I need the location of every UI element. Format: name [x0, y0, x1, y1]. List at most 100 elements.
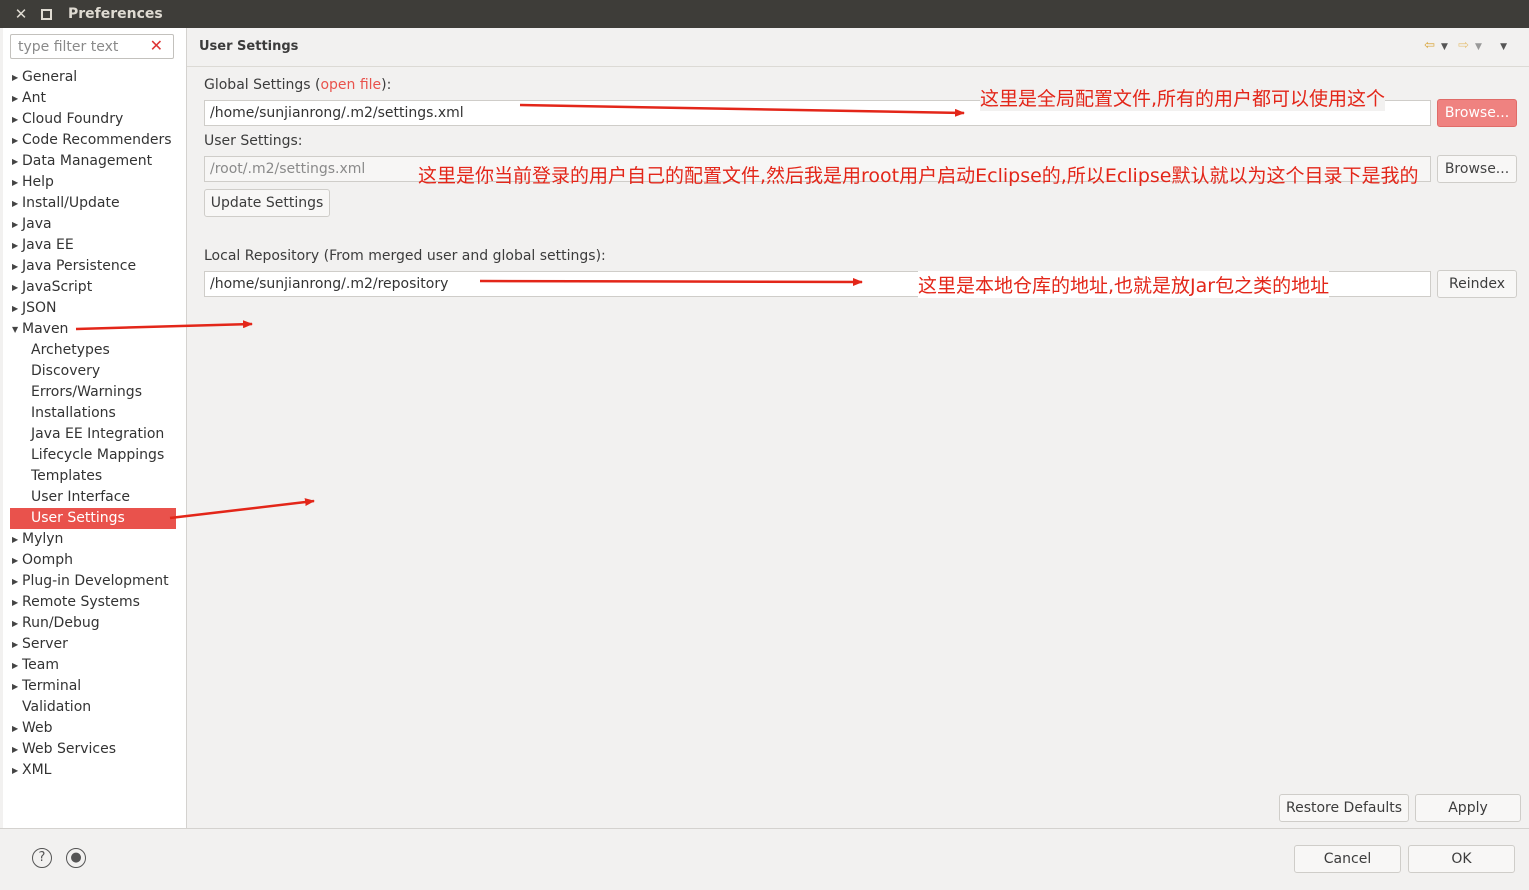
tree-item-discovery[interactable]: Discovery — [3, 361, 186, 382]
tree-item-java[interactable]: ▶ Java — [3, 214, 186, 235]
tree-item-label: Team — [22, 657, 60, 673]
tree-item-user-interface[interactable]: User Interface — [3, 487, 186, 508]
cancel-button[interactable]: Cancel — [1294, 845, 1401, 873]
tree-item-errors-warnings[interactable]: Errors/Warnings — [3, 382, 186, 403]
collapsed-arrow-icon[interactable]: ▶ — [12, 235, 18, 256]
collapsed-arrow-icon[interactable]: ▶ — [12, 550, 18, 571]
tree-item-code-recommenders[interactable]: ▶ Code Recommenders — [3, 130, 186, 151]
tree-item-web-services[interactable]: ▶ Web Services — [3, 739, 186, 760]
collapsed-arrow-icon[interactable]: ▶ — [12, 172, 18, 193]
help-icon[interactable]: ? — [32, 848, 52, 868]
tree-item-general[interactable]: ▶ General — [3, 67, 186, 88]
tree-item-json[interactable]: ▶ JSON — [3, 298, 186, 319]
user-browse-button[interactable]: Browse... — [1437, 155, 1517, 183]
tree-item-java-ee[interactable]: ▶ Java EE — [3, 235, 186, 256]
tree-item-server[interactable]: ▶ Server — [3, 634, 186, 655]
back-arrow-icon[interactable]: ⇦ — [1424, 38, 1435, 53]
tree-item-label: Templates — [31, 468, 103, 484]
global-browse-button[interactable]: Browse... — [1437, 99, 1517, 127]
tree-item-archetypes[interactable]: Archetypes — [3, 340, 186, 361]
tree-item-label: Java Persistence — [22, 258, 137, 274]
separator — [187, 66, 1529, 67]
tree-item-data-management[interactable]: ▶ Data Management — [3, 151, 186, 172]
view-menu-icon[interactable]: ▼ — [1500, 42, 1507, 52]
collapsed-arrow-icon[interactable]: ▶ — [12, 529, 18, 550]
back-history-dropdown-icon[interactable]: ▼ — [1441, 42, 1448, 52]
tree-item-label: XML — [22, 762, 52, 778]
collapsed-arrow-icon[interactable]: ▶ — [12, 655, 18, 676]
clear-filter-icon[interactable]: ✕ — [150, 36, 163, 55]
tree-item-lifecycle-mappings[interactable]: Lifecycle Mappings — [3, 445, 186, 466]
collapsed-arrow-icon[interactable]: ▶ — [12, 760, 18, 781]
reindex-button[interactable]: Reindex — [1437, 270, 1517, 298]
tree-item-help[interactable]: ▶ Help — [3, 172, 186, 193]
annotation-local: 这里是本地仓库的地址,也就是放Jar包之类的地址 — [918, 271, 1330, 298]
collapsed-arrow-icon[interactable]: ▶ — [12, 676, 18, 697]
close-icon[interactable]: ✕ — [12, 5, 30, 23]
tree-item-templates[interactable]: Templates — [3, 466, 186, 487]
tree-item-java-ee-integration[interactable]: Java EE Integration — [3, 424, 186, 445]
collapsed-arrow-icon[interactable]: ▶ — [12, 256, 18, 277]
collapsed-arrow-icon[interactable]: ▶ — [12, 571, 18, 592]
collapsed-arrow-icon[interactable]: ▶ — [12, 277, 18, 298]
import-export-icon[interactable]: ● — [66, 848, 86, 868]
tree-item-label: Validation — [22, 699, 92, 715]
global-settings-label: Global Settings (open file): — [204, 77, 392, 93]
collapsed-arrow-icon[interactable]: ▶ — [12, 109, 18, 130]
tree-item-java-persistence[interactable]: ▶ Java Persistence — [3, 256, 186, 277]
tree-item-installations[interactable]: Installations — [3, 403, 186, 424]
tree-item-install-update[interactable]: ▶ Install/Update — [3, 193, 186, 214]
tree-item-label: Install/Update — [22, 195, 120, 211]
tree-item-terminal[interactable]: ▶ Terminal — [3, 676, 186, 697]
tree-item-validation[interactable]: Validation — [3, 697, 186, 718]
collapsed-arrow-icon[interactable]: ▶ — [12, 151, 18, 172]
tree-item-label: Installations — [31, 405, 116, 421]
tree-item-label: JSON — [22, 300, 57, 316]
expanded-arrow-icon[interactable]: ▼ — [12, 319, 18, 340]
tree-item-run-debug[interactable]: ▶ Run/Debug — [3, 613, 186, 634]
open-file-link[interactable]: open file — [320, 77, 381, 93]
tree-item-team[interactable]: ▶ Team — [3, 655, 186, 676]
tree-item-label: Ant — [22, 90, 46, 106]
tree-item-label: Java — [22, 216, 52, 232]
collapsed-arrow-icon[interactable]: ▶ — [12, 214, 18, 235]
filter-field[interactable]: ✕ — [10, 34, 174, 59]
tree-item-label: Mylyn — [22, 531, 64, 547]
collapsed-arrow-icon[interactable]: ▶ — [12, 613, 18, 634]
collapsed-arrow-icon[interactable]: ▶ — [12, 739, 18, 760]
collapsed-arrow-icon[interactable]: ▶ — [12, 298, 18, 319]
tree-item-oomph[interactable]: ▶ Oomph — [3, 550, 186, 571]
window-title: Preferences — [68, 6, 163, 22]
tree-item-mylyn[interactable]: ▶ Mylyn — [3, 529, 186, 550]
collapsed-arrow-icon[interactable]: ▶ — [12, 634, 18, 655]
tree-item-label: Help — [22, 174, 54, 190]
collapsed-arrow-icon[interactable]: ▶ — [12, 718, 18, 739]
tree-item-user-settings[interactable]: User Settings — [10, 508, 176, 529]
collapsed-arrow-icon[interactable]: ▶ — [12, 592, 18, 613]
collapsed-arrow-icon[interactable]: ▶ — [12, 193, 18, 214]
forward-history-dropdown-icon[interactable]: ▼ — [1475, 42, 1482, 52]
update-settings-button[interactable]: Update Settings — [204, 189, 330, 217]
restore-defaults-button[interactable]: Restore Defaults — [1279, 794, 1409, 822]
tree-item-label: Lifecycle Mappings — [31, 447, 165, 463]
tree-item-xml[interactable]: ▶ XML — [3, 760, 186, 781]
maximize-icon[interactable] — [37, 5, 55, 23]
collapsed-arrow-icon[interactable]: ▶ — [12, 130, 18, 151]
tree-item-label: User Interface — [31, 489, 131, 505]
tree-item-cloud-foundry[interactable]: ▶ Cloud Foundry — [3, 109, 186, 130]
tree-item-javascript[interactable]: ▶ JavaScript — [3, 277, 186, 298]
forward-arrow-icon[interactable]: ⇨ — [1458, 38, 1469, 53]
collapsed-arrow-icon[interactable]: ▶ — [12, 88, 18, 109]
apply-button[interactable]: Apply — [1415, 794, 1521, 822]
tree-item-label: Java EE Integration — [31, 426, 165, 442]
tree-item-plug-in-development[interactable]: ▶ Plug-in Development — [3, 571, 186, 592]
tree-item-label: Errors/Warnings — [31, 384, 142, 400]
tree-item-remote-systems[interactable]: ▶ Remote Systems — [3, 592, 186, 613]
tree-item-maven[interactable]: ▼ Maven — [3, 319, 186, 340]
tree-item-ant[interactable]: ▶ Ant — [3, 88, 186, 109]
filter-input[interactable] — [16, 38, 150, 56]
collapsed-arrow-icon[interactable]: ▶ — [12, 67, 18, 88]
ok-button[interactable]: OK — [1408, 845, 1515, 873]
tree-item-web[interactable]: ▶ Web — [3, 718, 186, 739]
tree-item-label: Maven — [22, 321, 69, 337]
